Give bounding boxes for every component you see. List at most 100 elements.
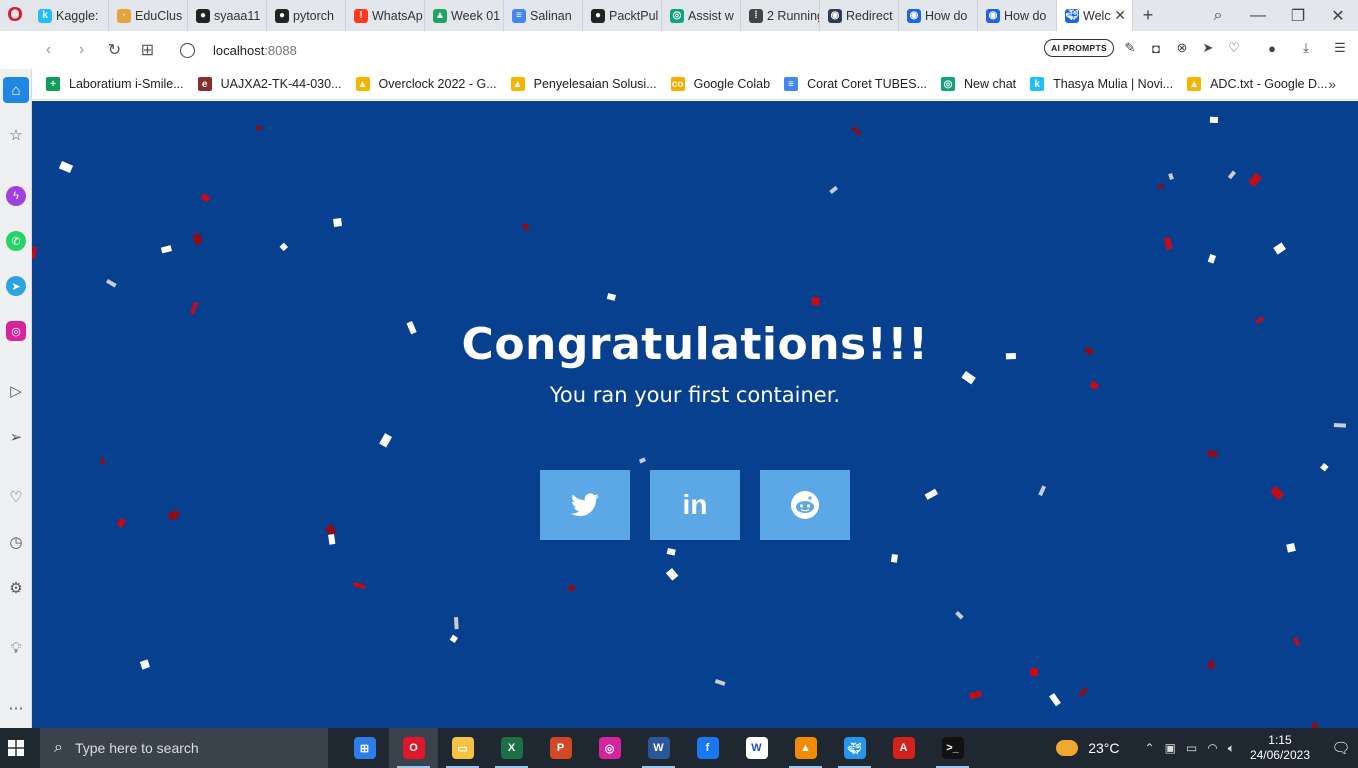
taskbar-search-box[interactable]: ⌕ Type here to search [40,728,328,768]
tab-overview-icon[interactable]: ⊞ [131,40,164,60]
bookmark-item[interactable]: co Google Colab [670,77,770,91]
bookmark-item[interactable]: e UAJXA2-TK-44-030... [197,77,342,91]
home-icon[interactable]: ⌂ [3,77,29,103]
more-bookmarks-icon[interactable]: » [1328,76,1336,92]
whatsapp-icon[interactable]: ✆ [3,228,29,254]
settings-gear-icon[interactable]: ⚙ [3,575,29,601]
send-flow-icon[interactable]: ➢ [3,424,29,450]
confetti-piece [567,584,576,593]
tab-10[interactable]: ◉ Redirect [820,0,899,31]
clock[interactable]: 1:15 24/06/2023 [1250,733,1310,763]
twitter-share-button[interactable] [540,470,630,540]
camera-icon[interactable]: ◘ [1146,41,1166,56]
reddit-share-button[interactable] [760,470,850,540]
close-window-button[interactable]: ✕ [1318,6,1358,26]
tab-1[interactable]: · EduClus [109,0,188,31]
taskbar-app-w[interactable]: W [732,728,781,768]
taskbar-terminal[interactable]: >_ [928,728,977,768]
messenger-icon[interactable]: ϟ [3,183,29,209]
notifications-icon[interactable]: 🗨︎ [1324,739,1358,757]
tab-favicon-icon: · [117,8,131,23]
bookmark-item[interactable]: + Laboratium i-Smile... [46,77,184,91]
confetti-piece [105,278,117,288]
taskbar-instagram[interactable]: ◎ [585,728,634,768]
powerpoint-icon: P [549,737,572,759]
tab-11[interactable]: ◉ How do [899,0,978,31]
show-hidden-icons[interactable]: ⌃ [1145,741,1155,755]
tab-6[interactable]: ≡ Salinan [504,0,583,31]
taskbar-docker[interactable]: 🐳︎ [830,728,879,768]
tab-8[interactable]: ◎ Assist w [662,0,741,31]
bookmark-item[interactable]: ▲ Overclock 2022 - G... [355,77,497,91]
edit-icon[interactable]: ✎ [1120,40,1140,56]
weather-widget[interactable]: 23°C [1056,740,1120,756]
taskbar-microsoft-store[interactable]: ⊞ [340,728,389,768]
volume-icon[interactable]: 🔈︎ [1228,741,1235,756]
bookmark-item[interactable]: k Thasya Mulia | Novi... [1030,77,1173,91]
terminal-icon: >_ [941,737,964,759]
opera-icon: O [402,737,425,759]
tab-title: pytorch [293,8,334,23]
tab-4[interactable]: ! WhatsAp [346,0,425,31]
tips-bulb-icon[interactable]: 💡︎ [3,635,29,661]
search-tabs-icon[interactable]: ⌕ [1198,7,1238,25]
tab-3[interactable]: ● pytorch [267,0,346,31]
bookmark-favicon-icon: ▲ [355,77,370,91]
taskbar-powerpoint[interactable]: P [536,728,585,768]
profile-avatar-icon[interactable]: ● [1262,41,1282,56]
address-bar-tools: AI PROMPTS ✎ ◘ ⊗ ➤ ♡ ● ⤓ ☰ [1044,39,1350,57]
meet-icon[interactable]: ▣ [1165,741,1176,755]
tab-0[interactable]: k Kaggle: [30,0,109,31]
taskbar-vlc[interactable]: ▲ [781,728,830,768]
minimize-button[interactable]: — [1238,7,1278,25]
taskbar-opera[interactable]: O [389,728,438,768]
battery-icon[interactable]: ▭ [1186,741,1197,755]
new-tab-button[interactable]: + [1133,5,1163,26]
start-button[interactable] [0,728,32,768]
reddit-icon [791,491,819,519]
telegram-icon[interactable]: ➤ [3,273,29,299]
player-icon[interactable]: ▷ [3,378,29,404]
tab-title: Redirect [846,8,893,23]
bookmark-item[interactable]: ≡ Corat Coret TUBES... [784,77,927,91]
confetti-piece [192,233,203,245]
history-icon[interactable]: ◷ [3,529,29,555]
restore-button[interactable]: ❐ [1278,6,1318,26]
taskbar-word[interactable]: W [634,728,683,768]
bookmark-item[interactable]: ◎ New chat [941,77,1016,91]
close-tab-icon[interactable]: ✕ [1114,7,1126,24]
tab-5[interactable]: ▲ Week 01 [425,0,504,31]
bookmark-item[interactable]: ▲ Penyelesaian Solusi... [510,77,657,91]
page-title: Congratulations!!! [461,319,929,370]
download-icon[interactable]: ⤓ [1296,40,1316,56]
opera-logo-icon[interactable]: O [0,0,30,31]
ai-prompts-button[interactable]: AI PROMPTS [1044,39,1114,57]
forward-button[interactable]: › [65,41,98,59]
taskbar-acrobat[interactable]: A [879,728,928,768]
tab-12[interactable]: ◉ How do [978,0,1057,31]
more-options-icon[interactable]: ⋯ [3,695,29,721]
confetti-piece [200,192,211,203]
adblock-icon[interactable]: ⊗ [1172,40,1192,56]
taskbar-facebook[interactable]: f [683,728,732,768]
instagram-icon[interactable]: ◎ [3,318,29,344]
tab-active[interactable]: 🐳︎ Welc ✕ [1057,0,1133,31]
back-button[interactable]: ‹ [32,41,65,59]
url-field[interactable]: localhost:8088 [180,42,297,58]
tab-2[interactable]: ● syaaa11 [188,0,267,31]
reload-button[interactable]: ↻ [98,40,131,60]
pin-icon[interactable]: ☆ [3,122,29,148]
heart-icon[interactable]: ♡ [1224,40,1244,56]
file-explorer-icon: ▭ [451,737,474,759]
bookmarks-heart-icon[interactable]: ♡ [3,484,29,510]
tab-7[interactable]: ● PacktPul [583,0,662,31]
bookmark-item[interactable]: ▲ ADC.txt - Google D... [1187,77,1328,91]
menu-icon[interactable]: ☰ [1330,40,1350,56]
send-icon[interactable]: ➤ [1198,40,1218,56]
wifi-icon[interactable]: ◠ [1207,741,1217,755]
taskbar-file-explorer[interactable]: ▭ [438,728,487,768]
linkedin-share-button[interactable]: in [650,470,740,540]
tab-9[interactable]: ⁞ 2 Running [741,0,820,31]
taskbar-excel[interactable]: X [487,728,536,768]
tab-favicon-icon: ⁞ [749,8,763,23]
